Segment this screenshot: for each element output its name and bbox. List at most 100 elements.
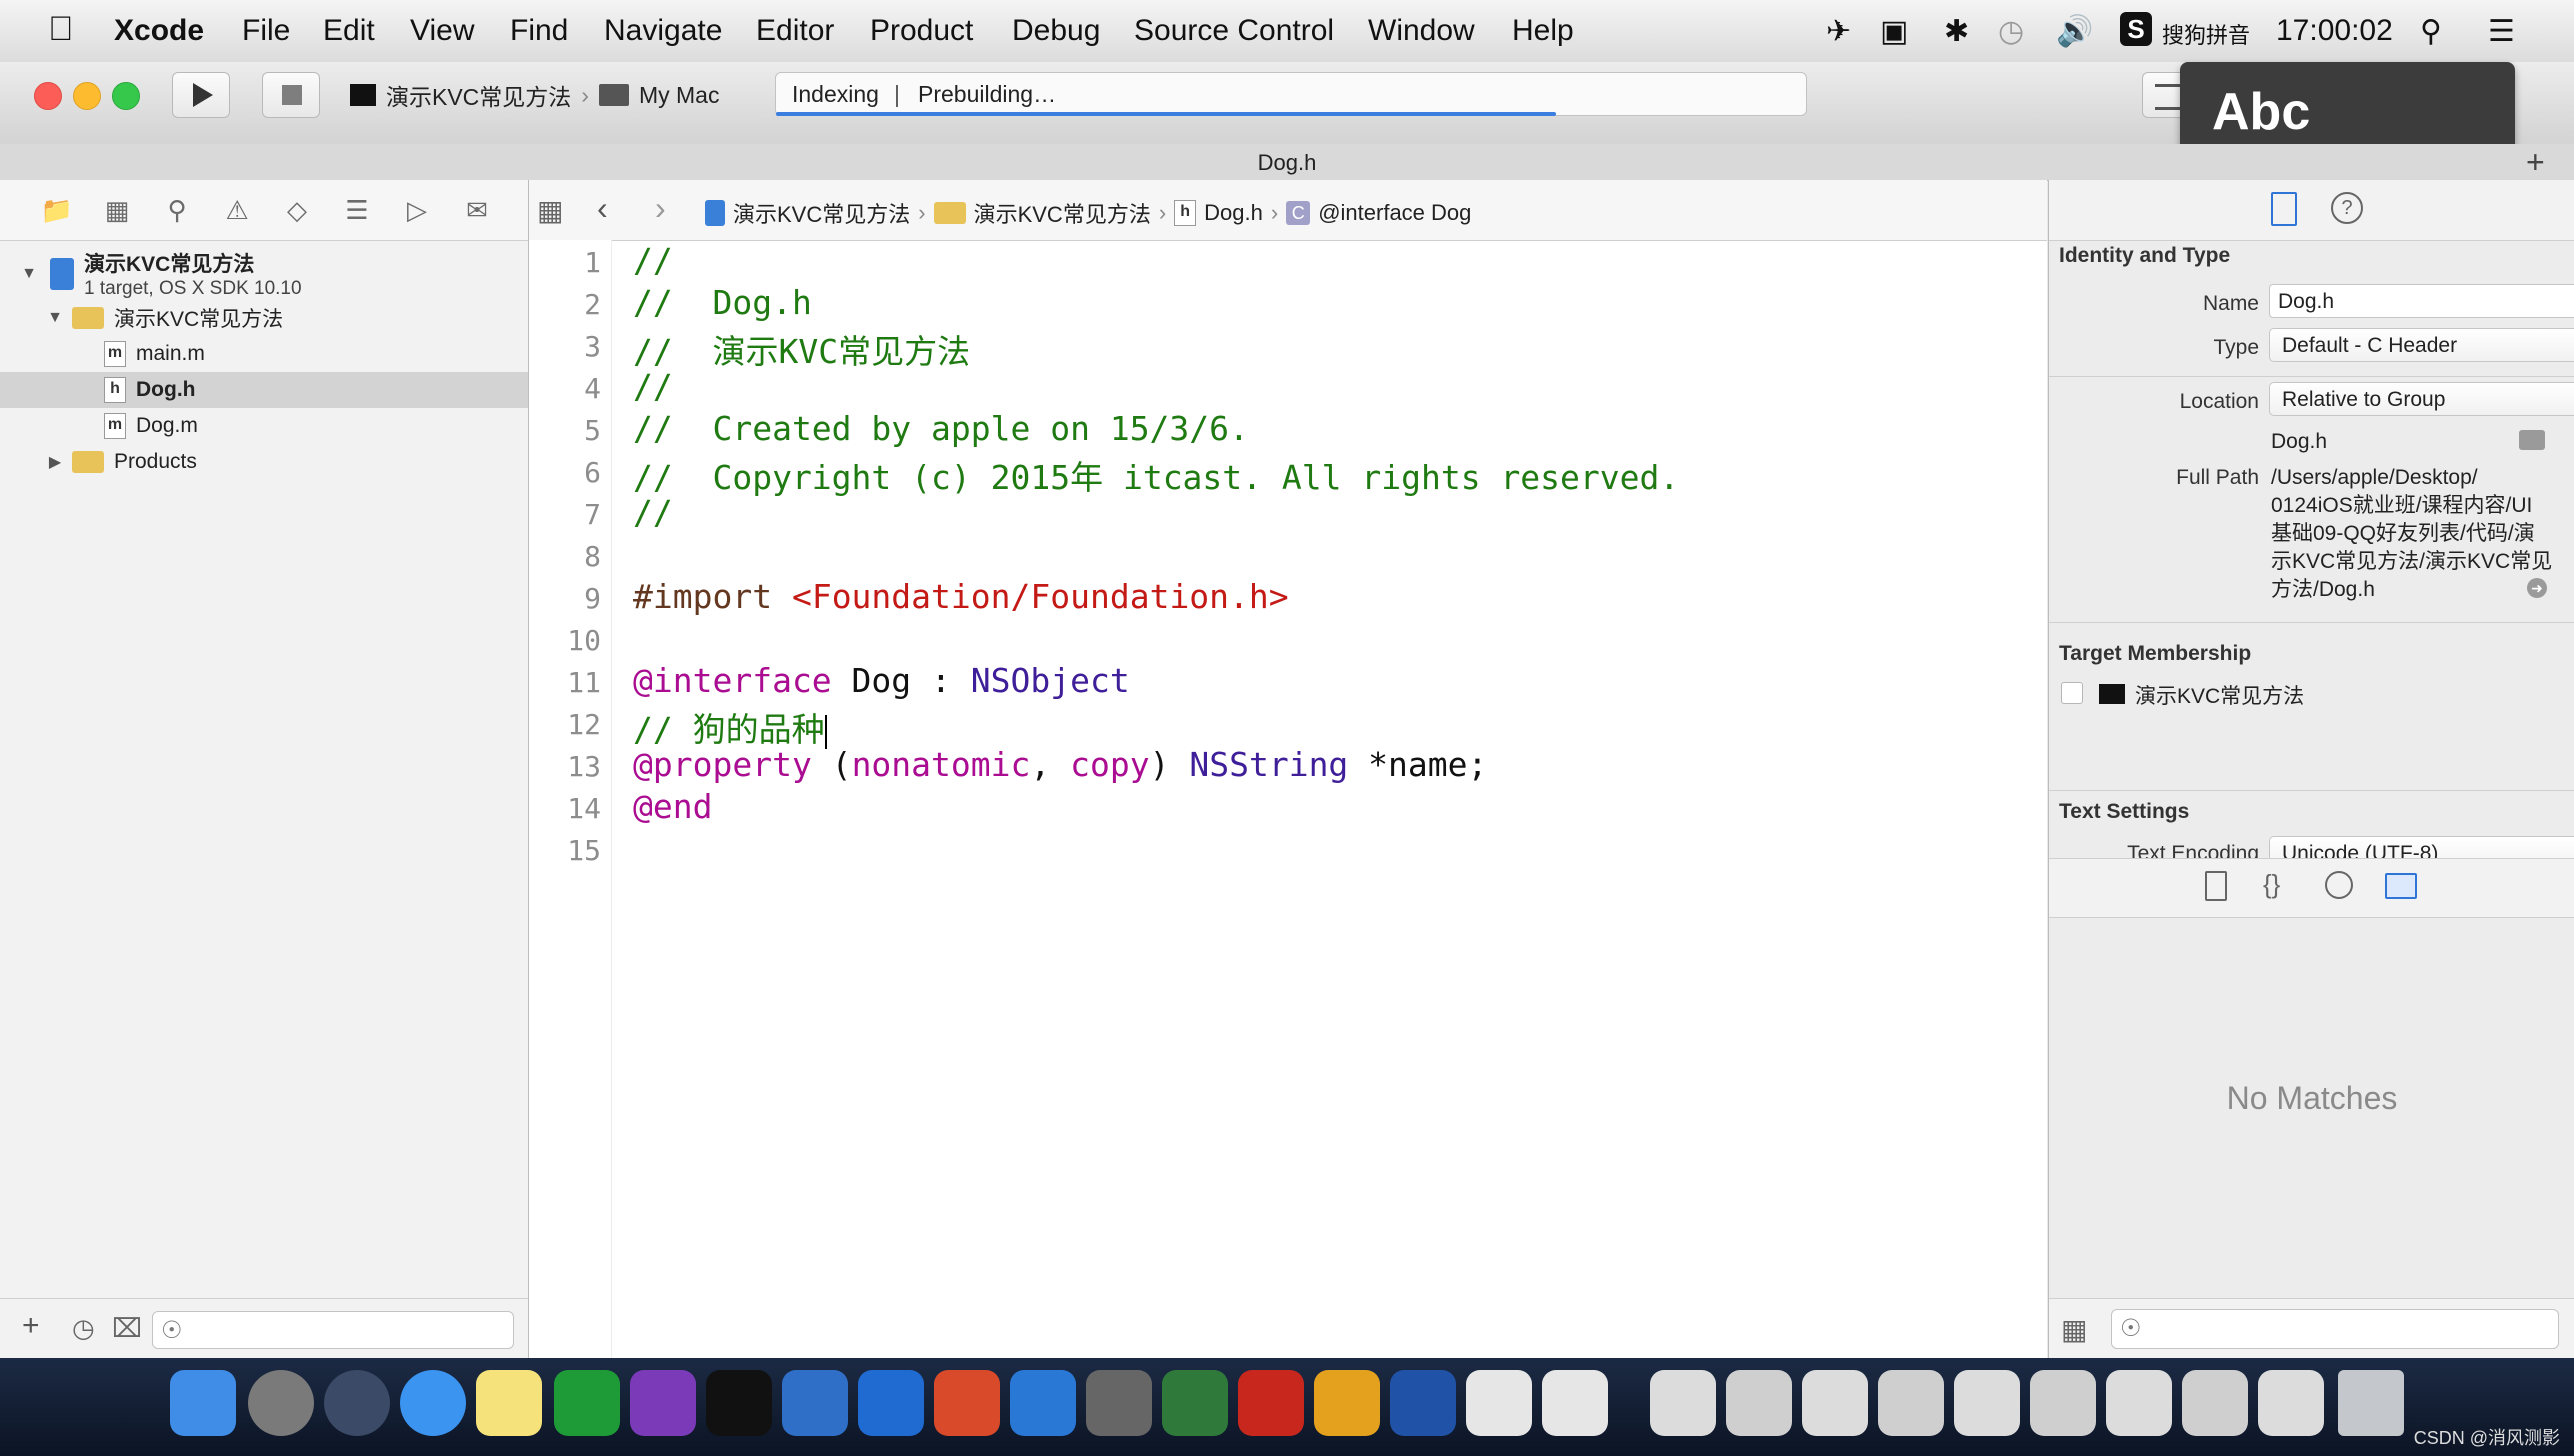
input-method-label[interactable]: 搜狗拼音: [2162, 18, 2250, 50]
text-editor-2-icon[interactable]: [1542, 1370, 1608, 1436]
screen-record-icon[interactable]: ▣: [1880, 14, 1908, 49]
code-line-2[interactable]: // Dog.h: [633, 283, 812, 322]
menu-app-name[interactable]: Xcode: [114, 14, 204, 48]
xcode-icon[interactable]: [782, 1370, 848, 1436]
text-encoding-select[interactable]: Unicode (UTF-8) ⇕: [2269, 836, 2574, 858]
project-row[interactable]: ▼ 演示KVC常见方法 1 target, OS X SDK 10.10: [0, 246, 528, 302]
menu-find[interactable]: Find: [510, 14, 568, 48]
scheme-selector[interactable]: 演示KVC常见方法 › My Mac: [350, 74, 719, 116]
code-line-7[interactable]: //: [633, 493, 673, 532]
minimized-window-8-icon[interactable]: [2182, 1370, 2248, 1436]
report-navigator-icon[interactable]: ✉: [460, 194, 494, 226]
breadcrumb-group[interactable]: 演示KVC常见方法: [974, 197, 1151, 229]
clock[interactable]: 17:00:02: [2276, 14, 2393, 48]
name-field[interactable]: Dog.h: [2269, 284, 2574, 318]
time-machine-icon[interactable]: ◷: [1998, 14, 2024, 49]
notification-center-icon[interactable]: ☰: [2488, 14, 2515, 49]
minimize-window-button[interactable]: [73, 82, 101, 110]
launchpad-icon[interactable]: [324, 1370, 390, 1436]
minimized-window-7-icon[interactable]: [2106, 1370, 2172, 1436]
file-row-dog-h-selected[interactable]: h Dog.h: [0, 372, 528, 408]
menu-window[interactable]: Window: [1368, 14, 1475, 48]
code-snippet-library-icon[interactable]: {}: [2263, 869, 2280, 900]
grid-view-icon[interactable]: ▦: [2061, 1313, 2087, 1346]
quick-help-icon[interactable]: ?: [2331, 192, 2363, 224]
run-button[interactable]: [172, 72, 230, 118]
tab-title[interactable]: Dog.h: [0, 150, 2574, 176]
menu-file[interactable]: File: [242, 14, 290, 48]
disclosure-expanded-icon[interactable]: ▼: [44, 309, 66, 327]
minimized-window-4-icon[interactable]: [1878, 1370, 1944, 1436]
breadcrumb-file[interactable]: Dog.h: [1204, 200, 1263, 226]
media-library-icon[interactable]: [2385, 873, 2417, 899]
minimized-window-3-icon[interactable]: [1802, 1370, 1868, 1436]
code-line-4[interactable]: //: [633, 367, 673, 406]
menu-product[interactable]: Product: [870, 14, 973, 48]
find-navigator-icon[interactable]: ⚲: [160, 194, 194, 226]
stop-button[interactable]: [262, 72, 320, 118]
issue-navigator-icon[interactable]: ⚠: [220, 194, 254, 226]
minimized-window-1-icon[interactable]: [1650, 1370, 1716, 1436]
code-line-5[interactable]: // Created by apple on 15/3/6.: [633, 409, 1249, 448]
menu-debug[interactable]: Debug: [1012, 14, 1100, 48]
onenote-icon[interactable]: [630, 1370, 696, 1436]
file-template-library-icon[interactable]: [2205, 871, 2227, 901]
powerpoint-icon[interactable]: [934, 1370, 1000, 1436]
library-filter-field[interactable]: ☉: [2111, 1309, 2559, 1349]
trash-icon[interactable]: [2338, 1370, 2404, 1436]
minimized-window-5-icon[interactable]: [1954, 1370, 2020, 1436]
scheme-target-label[interactable]: 演示KVC常见方法: [386, 78, 571, 112]
zoom-window-button[interactable]: [112, 82, 140, 110]
navigator-filter-field[interactable]: ☉: [152, 1311, 514, 1349]
location-select[interactable]: Relative to Group ⇕: [2269, 382, 2574, 416]
screenshot-tool-icon[interactable]: [1010, 1370, 1076, 1436]
code-line-13[interactable]: @property (nonatomic, copy) NSString *na…: [633, 745, 1487, 784]
object-library-icon[interactable]: [2325, 871, 2353, 899]
apple-icon[interactable]: : [48, 10, 74, 49]
menu-editor[interactable]: Editor: [756, 14, 834, 48]
terminal-icon[interactable]: [706, 1370, 772, 1436]
menu-edit[interactable]: Edit: [323, 14, 375, 48]
text-editor-icon[interactable]: [1466, 1370, 1532, 1436]
breadcrumb-project[interactable]: 演示KVC常见方法: [733, 197, 910, 229]
keynote-icon[interactable]: [858, 1370, 924, 1436]
code-line-1[interactable]: //: [633, 241, 673, 280]
project-navigator-icon[interactable]: 📁: [40, 194, 74, 226]
scheme-device-label[interactable]: My Mac: [639, 82, 720, 109]
products-row[interactable]: ▶ Products: [0, 444, 528, 480]
filezilla-icon[interactable]: [1238, 1370, 1304, 1436]
minimized-window-9-icon[interactable]: [2258, 1370, 2324, 1436]
breadcrumb-symbol[interactable]: @interface Dog: [1318, 200, 1471, 226]
code-line-14[interactable]: @end: [633, 787, 712, 826]
code-line-6[interactable]: // Copyright (c) 2015年 itcast. All right…: [633, 451, 1679, 499]
excel-icon[interactable]: [554, 1370, 620, 1436]
file-type-select[interactable]: Default - C Header ⇕: [2269, 328, 2574, 362]
debug-navigator-icon[interactable]: ☰: [340, 194, 374, 226]
photo-booth-icon[interactable]: [1086, 1370, 1152, 1436]
minimized-window-2-icon[interactable]: [1726, 1370, 1792, 1436]
minimized-window-6-icon[interactable]: [2030, 1370, 2096, 1436]
reveal-in-finder-icon[interactable]: ➜: [2527, 578, 2547, 598]
unsaved-filter-icon[interactable]: ⌧: [112, 1313, 142, 1344]
go-forward-icon[interactable]: ›: [655, 190, 666, 227]
code-line-12[interactable]: // 狗的品种: [633, 703, 827, 751]
go-back-icon[interactable]: ‹: [597, 190, 608, 227]
menu-view[interactable]: View: [410, 14, 474, 48]
symbol-navigator-icon[interactable]: ▦: [100, 194, 134, 226]
choose-location-folder-icon[interactable]: [2519, 430, 2545, 450]
notes-icon[interactable]: [476, 1370, 542, 1436]
file-row-dog-m[interactable]: m Dog.m: [0, 408, 528, 444]
instruments-icon[interactable]: [1314, 1370, 1380, 1436]
test-navigator-icon[interactable]: ◇: [280, 194, 314, 226]
airplane-icon[interactable]: ✈: [1826, 14, 1851, 49]
code-line-11[interactable]: @interface Dog : NSObject: [633, 661, 1130, 700]
add-file-icon[interactable]: +: [22, 1309, 40, 1343]
menu-help[interactable]: Help: [1512, 14, 1574, 48]
volume-icon[interactable]: 🔊: [2056, 14, 2093, 49]
disclosure-collapsed-icon[interactable]: ▶: [44, 452, 66, 472]
code-line-3[interactable]: // 演示KVC常见方法: [633, 325, 970, 373]
disclosure-expanded-icon[interactable]: ▼: [18, 265, 40, 283]
finder-icon[interactable]: [170, 1370, 236, 1436]
menu-source-control[interactable]: Source Control: [1134, 14, 1334, 48]
sogou-icon[interactable]: S: [2120, 12, 2152, 46]
